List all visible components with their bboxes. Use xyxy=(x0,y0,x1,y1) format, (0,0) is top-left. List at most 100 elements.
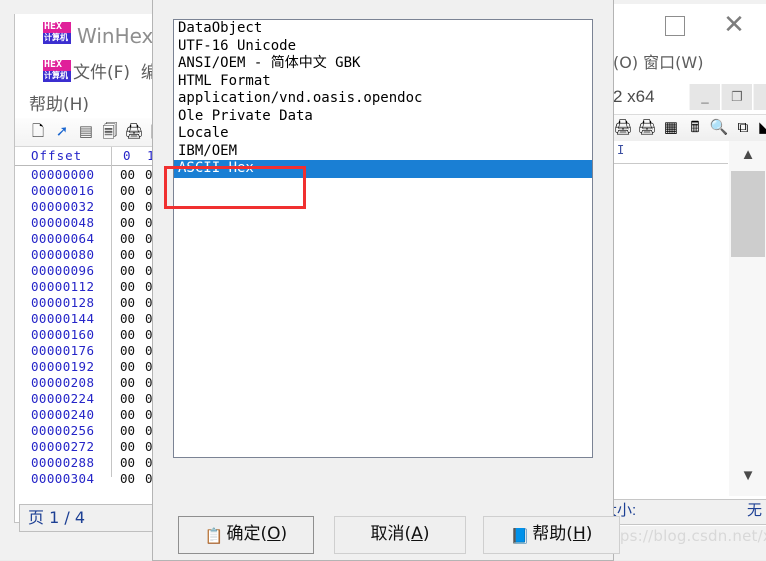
hex-row-byte-0[interactable]: 00 xyxy=(120,359,135,374)
help-button[interactable]: 📘 帮助(H) xyxy=(483,516,620,554)
scrollbar-thumb[interactable] xyxy=(731,171,765,257)
open-file-icon[interactable]: ➚ xyxy=(51,122,73,142)
clipboard-format-item[interactable]: UTF-16 Unicode xyxy=(174,38,592,56)
clipboard-format-item[interactable]: DataObject xyxy=(174,20,592,38)
hex-row-offset: 00000064 xyxy=(31,231,95,246)
hex-row-byte-0[interactable]: 00 xyxy=(120,471,135,486)
hex-row-byte-0[interactable]: 00 xyxy=(120,327,135,342)
clipboard-format-item[interactable]: Ole Private Data xyxy=(174,108,592,126)
clipboard-format-listbox[interactable]: DataObject UTF-16 Unicode ANSI/OEM - 简体中文 … xyxy=(173,19,593,458)
hex-row[interactable]: 000000800000 xyxy=(15,247,168,263)
save-icon[interactable]: ▤ xyxy=(75,122,97,142)
hex-row-byte-0[interactable]: 00 xyxy=(120,375,135,390)
ram-icon[interactable]: ▦ xyxy=(661,118,681,138)
hex-row-byte-0[interactable]: 00 xyxy=(120,231,135,246)
hex-row-byte-0[interactable]: 00 xyxy=(120,215,135,230)
copy-icon[interactable]: ⧉ xyxy=(733,118,753,138)
background-menubar[interactable]: (O) 窗口(W) xyxy=(613,50,766,76)
winhex-toolbar[interactable]: 🗋 ➚ ▤ 🗐 🖨 🗒 xyxy=(15,118,168,147)
hex-row-byte-0[interactable]: 00 xyxy=(120,343,135,358)
hex-row-offset: 00000288 xyxy=(31,455,95,470)
hex-row-byte-0[interactable]: 00 xyxy=(120,279,135,294)
hex-row-offset: 00000272 xyxy=(31,439,95,454)
hex-row[interactable]: 000001760000 xyxy=(15,343,168,359)
hex-row-offset: 00000016 xyxy=(31,183,95,198)
menu-item-help[interactable]: 帮助(H) xyxy=(29,90,89,115)
logo-top-text: HEX xyxy=(44,21,63,32)
winhex-menubar[interactable]: HEX 计算机取证 文件(F) 编辑 帮助(H) xyxy=(15,56,175,118)
clipboard-format-item[interactable]: ASCII Hex xyxy=(174,160,592,178)
hex-row[interactable]: 000001440000 xyxy=(15,311,168,327)
vertical-scrollbar[interactable]: ▲ ▼ xyxy=(729,141,766,496)
close-icon[interactable]: ✕ xyxy=(723,12,745,38)
hex-row[interactable]: 000001120000 xyxy=(15,279,168,295)
hex-row[interactable]: 000000480000 xyxy=(15,215,168,231)
menu-item-file[interactable]: 文件(F) xyxy=(73,63,130,83)
mdi-restore-button[interactable]: ❐ xyxy=(721,84,752,110)
offset-column-header: Offset xyxy=(31,148,83,163)
hex-row-byte-0[interactable]: 00 xyxy=(120,167,135,182)
printer-icon[interactable]: 🖨 xyxy=(613,118,633,138)
clipboard-format-item[interactable]: ANSI/OEM - 简体中文 GBK xyxy=(174,55,592,73)
hex-row-byte-0[interactable]: 00 xyxy=(120,263,135,278)
chart-icon[interactable]: ◣ xyxy=(755,118,766,138)
hex-row[interactable]: 000002560000 xyxy=(15,423,168,439)
hex-row-offset: 00000128 xyxy=(31,295,95,310)
clipboard-format-item[interactable]: HTML Format xyxy=(174,73,592,91)
hex-row-byte-0[interactable]: 00 xyxy=(120,423,135,438)
calculator-icon[interactable]: 🖩 xyxy=(685,118,705,138)
add-printer-icon[interactable]: 🖨 xyxy=(637,118,657,138)
hex-row[interactable]: 000000320000 xyxy=(15,199,168,215)
hex-row-offset: 00000208 xyxy=(31,375,95,390)
hex-row[interactable]: 000002720000 xyxy=(15,439,168,455)
search-icon[interactable]: 🔍 xyxy=(709,118,729,138)
hex-row-offset: 00000304 xyxy=(31,471,95,486)
hex-row-byte-0[interactable]: 00 xyxy=(120,295,135,310)
cancel-button[interactable]: 取消(A) xyxy=(334,516,466,554)
hex-row[interactable]: 000000640000 xyxy=(15,231,168,247)
hex-row-offset: 00000048 xyxy=(31,215,95,230)
hex-row[interactable]: 000003040000 xyxy=(15,471,168,487)
print-icon[interactable]: 🖨 xyxy=(123,122,145,142)
scroll-down-arrow-icon[interactable]: ▼ xyxy=(729,462,766,490)
hex-row-offset: 00000176 xyxy=(31,343,95,358)
background-toolbar[interactable]: 🖨 🖨 ▦ 🖩 🔍 ⧉ ◣ xyxy=(613,114,766,142)
hex-row[interactable]: 000000000000 xyxy=(15,167,168,183)
clipboard-format-item[interactable]: IBM/OEM xyxy=(174,143,592,161)
hex-row[interactable]: 000002880000 xyxy=(15,455,168,471)
hex-row[interactable]: 000001920000 xyxy=(15,359,168,375)
hex-row-byte-0[interactable]: 00 xyxy=(120,199,135,214)
clipboard-format-item[interactable]: Locale xyxy=(174,125,592,143)
winhex-titlebar: HEX 计算机取证 WinHex - [未 xyxy=(15,14,201,53)
hex-row[interactable]: 000002240000 xyxy=(15,391,168,407)
hex-row-byte-0[interactable]: 00 xyxy=(120,391,135,406)
hex-row[interactable]: 000000160000 xyxy=(15,183,168,199)
mdi-close-button[interactable]: × xyxy=(753,84,766,110)
scroll-up-arrow-icon[interactable]: ▲ xyxy=(729,141,766,169)
hex-row-offset: 00000080 xyxy=(31,247,95,262)
background-main-window: ✕ (O) 窗口(W) 2 x64 _ ❐ × 🖨 🖨 ▦ 🖩 🔍 ⧉ ◣ xyxy=(588,4,766,526)
ok-button[interactable]: 📋 确定(O) xyxy=(178,516,314,554)
hex-row-byte-0[interactable]: 00 xyxy=(120,247,135,262)
maximize-icon[interactable] xyxy=(665,16,685,36)
hex-rows-container: 0000000000000000001600000000003200000000… xyxy=(15,167,168,487)
hex-row[interactable]: 000001600000 xyxy=(15,327,168,343)
hex-row[interactable]: 000001280000 xyxy=(15,295,168,311)
hex-row[interactable]: 000002080000 xyxy=(15,375,168,391)
save-as-icon[interactable]: 🗐 xyxy=(99,122,121,142)
hex-row[interactable]: 000000960000 xyxy=(15,263,168,279)
hex-row-byte-0[interactable]: 00 xyxy=(120,455,135,470)
mdi-minimize-button[interactable]: _ xyxy=(689,84,720,110)
hex-row-byte-0[interactable]: 00 xyxy=(120,439,135,454)
hex-row-byte-0[interactable]: 00 xyxy=(120,407,135,422)
hex-row-offset: 00000192 xyxy=(31,359,95,374)
hex-row-byte-0[interactable]: 00 xyxy=(120,183,135,198)
clipboard-paste-icon: 📋 xyxy=(204,527,224,545)
cancel-button-accel: A xyxy=(411,524,423,544)
hex-row-offset: 00000000 xyxy=(31,167,95,182)
clipboard-format-item[interactable]: application/vnd.oasis.opendoc xyxy=(174,90,592,108)
hex-row-byte-0[interactable]: 00 xyxy=(120,311,135,326)
new-file-icon[interactable]: 🗋 xyxy=(27,122,49,142)
hex-row-offset: 00000224 xyxy=(31,391,95,406)
hex-row[interactable]: 000002400000 xyxy=(15,407,168,423)
